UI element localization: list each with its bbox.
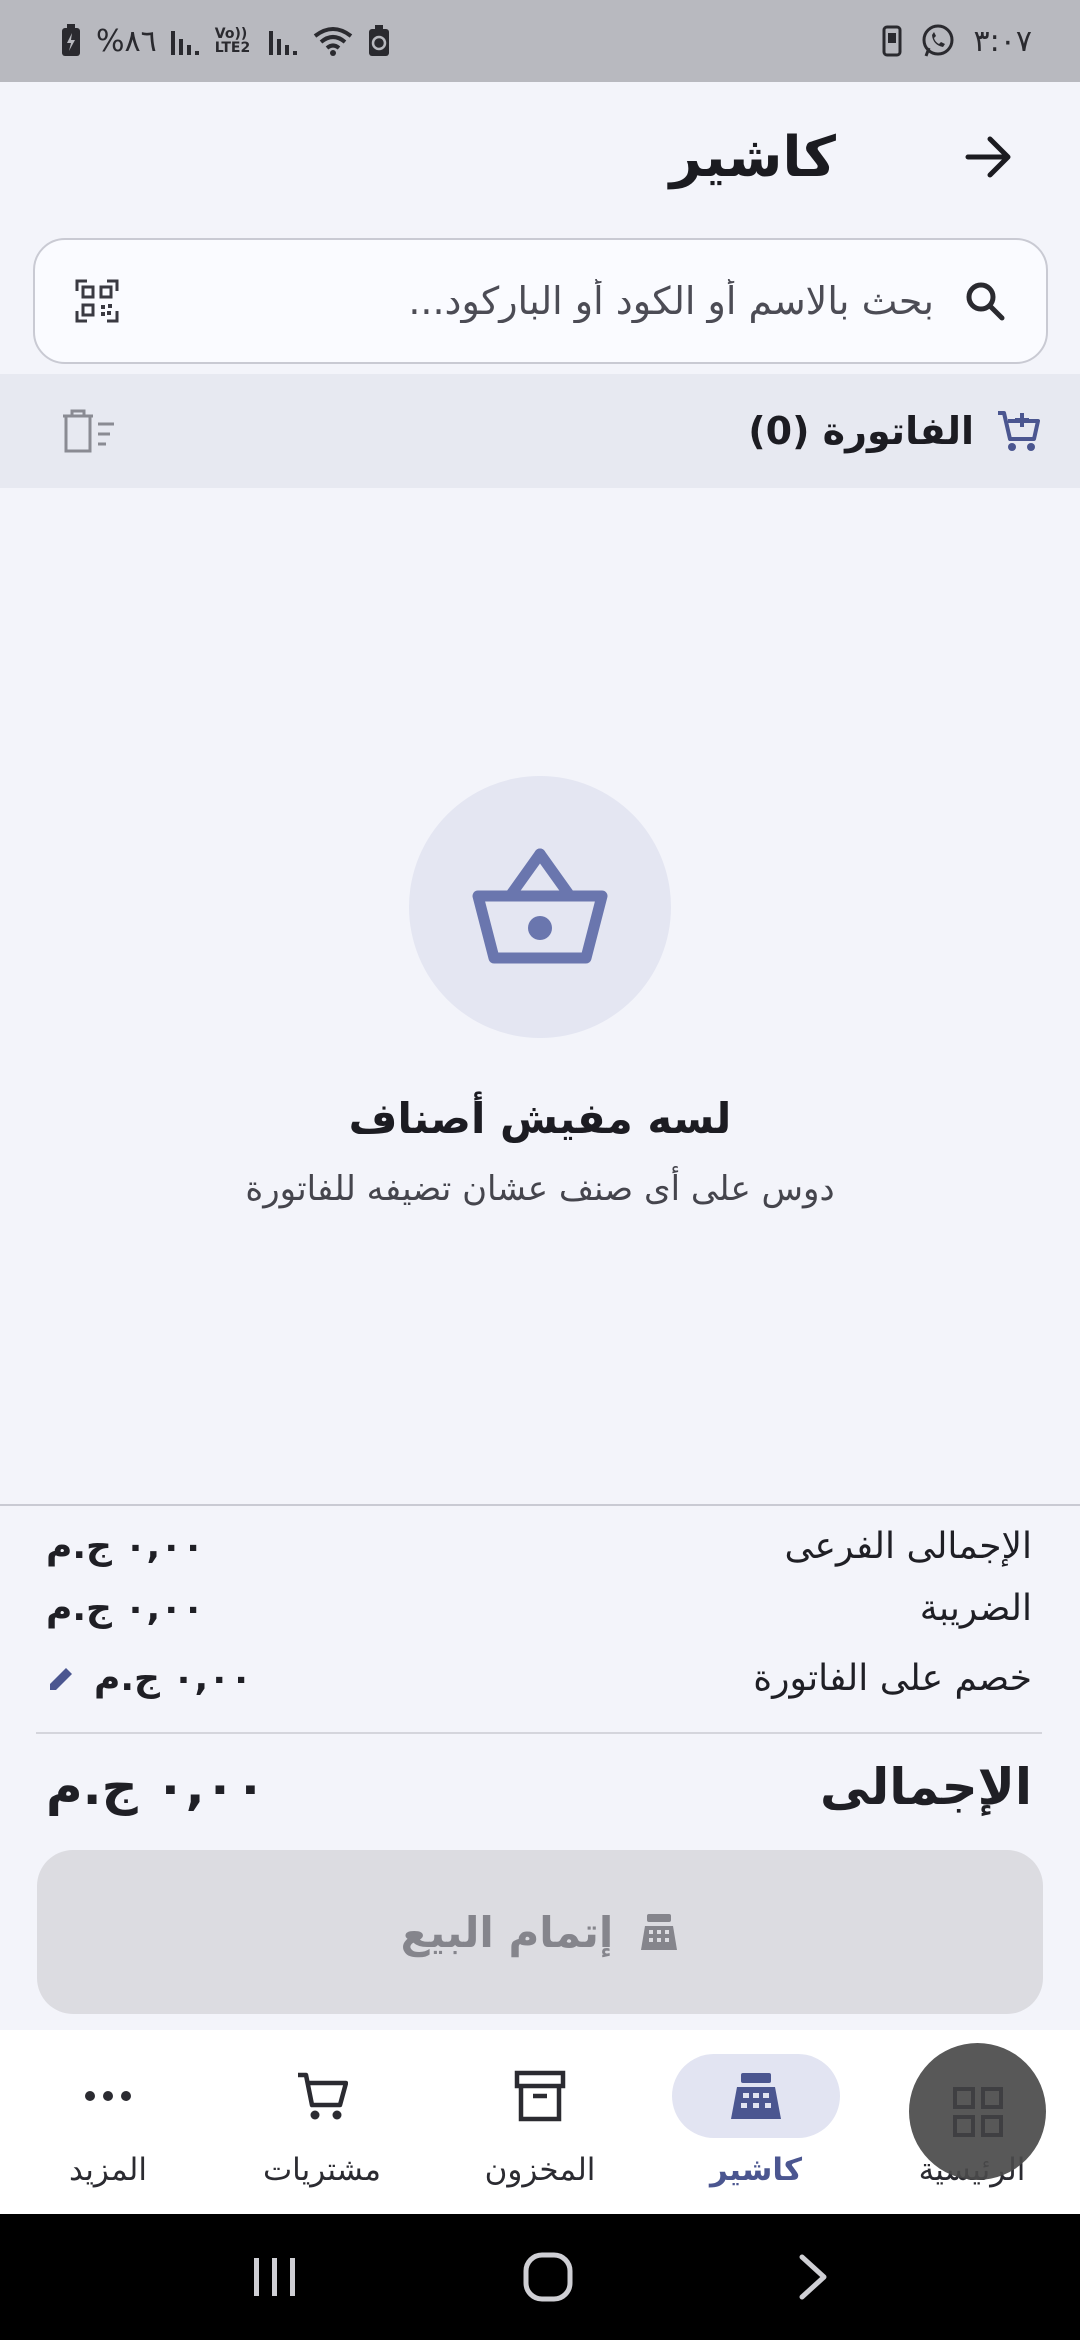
status-right: ٣:٠٧ [882, 23, 1032, 59]
back-arrow-icon[interactable] [964, 134, 1014, 180]
status-left: %٨٦ Vo)) LTE2 [60, 24, 391, 59]
floating-grid-button[interactable] [909, 2043, 1046, 2180]
subtotal-row: الإجمالى الفرعى ٠,٠٠ ج.م [46, 1526, 1032, 1567]
subtotal-label: الإجمالى الفرعى [784, 1526, 1032, 1567]
signal-icon-2 [268, 27, 299, 55]
edit-pencil-icon[interactable] [46, 1664, 76, 1694]
add-cart-icon [996, 409, 1040, 453]
network-type: Vo)) LTE2 [214, 26, 251, 56]
empty-state: لسه مفيش أصناف دوس على أى صنف عشان تضيفه… [0, 776, 1080, 1209]
qr-scan-icon[interactable] [75, 279, 119, 323]
discount-label: خصم على الفاتورة [753, 1658, 1032, 1699]
search-box[interactable] [33, 238, 1048, 364]
nav-item-more[interactable]: المزيد [24, 2030, 192, 2214]
wifi-icon [313, 26, 353, 56]
search-icon[interactable] [964, 280, 1006, 322]
home-system-icon[interactable] [523, 2252, 573, 2302]
discount-amount[interactable]: ٠,٠٠ ج.م [46, 1658, 252, 1699]
cash-register-icon [639, 1912, 679, 1952]
recent-apps-icon[interactable] [252, 2256, 298, 2298]
complete-sale-button[interactable]: إتمام البيع [37, 1850, 1043, 2014]
tax-label: الضريبة [919, 1588, 1032, 1629]
back-system-icon[interactable] [798, 2253, 828, 2301]
nav-label-purchases: مشتريات [263, 2152, 381, 2188]
discount-value: ٠,٠٠ ج.م [94, 1658, 253, 1699]
empty-subtitle: دوس على أى صنف عشان تضيفه للفاتورة [245, 1169, 835, 1209]
nav-icon-wrap-cashier [672, 2054, 840, 2138]
nav-label-inventory: المخزون [484, 2152, 596, 2188]
nav-icon-wrap-more [24, 2054, 192, 2138]
status-bar: %٨٦ Vo)) LTE2 ٣:٠٧ [0, 0, 1080, 82]
top-bar: كاشير [0, 82, 1080, 232]
power-saving-icon [367, 25, 391, 57]
invoice-header: الفاتورة (0) [0, 374, 1080, 488]
empty-title: لسه مفيش أصناف [348, 1094, 732, 1143]
cash-register-nav-icon [729, 2071, 783, 2121]
total-inner-divider [36, 1732, 1042, 1734]
nav-label-more: المزيد [69, 2152, 147, 2188]
nav-label-cashier: كاشير [709, 2152, 803, 2188]
archive-icon [514, 2070, 566, 2122]
phone-icon [882, 25, 902, 57]
page-title: كاشير [669, 124, 836, 190]
basket-icon [472, 848, 608, 966]
subtotal-value: ٠,٠٠ ج.م [46, 1526, 205, 1567]
clear-list-icon[interactable] [60, 408, 116, 454]
cart-icon [296, 2071, 348, 2121]
grand-total-label: الإجمالى [819, 1758, 1032, 1816]
nav-item-purchases[interactable]: مشتريات [238, 2030, 406, 2214]
battery-icon [60, 24, 82, 58]
more-icon [84, 2090, 132, 2102]
whatsapp-icon [920, 23, 956, 59]
complete-sale-label: إتمام البيع [400, 1907, 614, 1957]
grand-total-value: ٠,٠٠ ج.م [46, 1758, 266, 1816]
nav-icon-wrap-inventory [456, 2054, 624, 2138]
totals-divider [0, 1504, 1080, 1506]
nav-item-inventory[interactable]: المخزون [456, 2030, 624, 2214]
discount-row: خصم على الفاتورة ٠,٠٠ ج.م [46, 1658, 1032, 1699]
system-nav-bar [0, 2214, 1080, 2340]
battery-percent: %٨٦ [96, 23, 157, 59]
invoice-title-wrap: الفاتورة (0) [748, 409, 1040, 453]
invoice-title: الفاتورة (0) [748, 409, 974, 453]
tax-value: ٠,٠٠ ج.م [46, 1588, 205, 1629]
grid-icon [952, 2086, 1004, 2138]
empty-basket-circle [409, 776, 671, 1038]
top-right: كاشير [670, 125, 1014, 190]
nav-icon-wrap-purchases [238, 2054, 406, 2138]
status-time: ٣:٠٧ [973, 23, 1032, 59]
grand-total-row: الإجمالى ٠,٠٠ ج.م [46, 1758, 1032, 1816]
tax-row: الضريبة ٠,٠٠ ج.م [46, 1588, 1032, 1629]
signal-icon [170, 27, 201, 55]
search-input[interactable] [119, 279, 964, 323]
nav-item-cashier[interactable]: كاشير [672, 2030, 840, 2214]
